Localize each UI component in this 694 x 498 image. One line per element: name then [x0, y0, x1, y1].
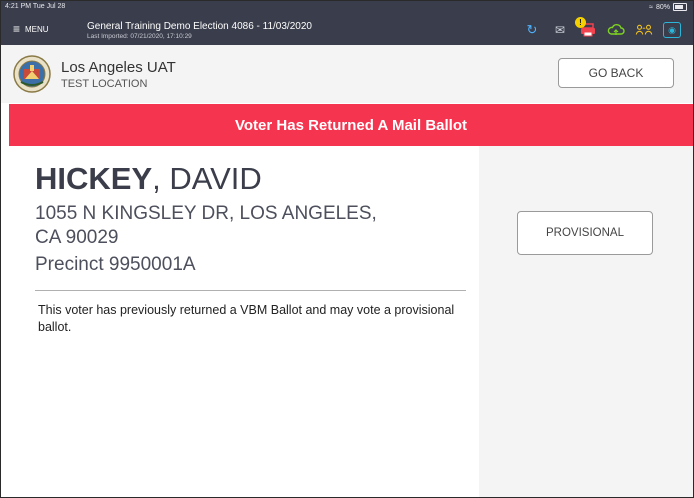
battery-icon [673, 3, 687, 11]
wifi-icon: ≈ [649, 3, 653, 11]
voter-name: HICKEY, DAVID [35, 161, 262, 197]
election-info: General Training Demo Election 4086 - 11… [87, 21, 312, 40]
voter-message: This voter has previously returned a VBM… [38, 303, 455, 334]
voter-address: 1055 N KINGSLEY DR, LOS ANGELES, CA 9002… [35, 202, 455, 250]
mail-ballot-banner: Voter Has Returned A Mail Ballot [9, 104, 693, 146]
history-icon[interactable]: ↻ [523, 21, 541, 39]
divider [35, 290, 466, 291]
actions-panel [479, 146, 693, 497]
menu-label: MENU [25, 24, 49, 34]
users-icon[interactable] [635, 21, 653, 39]
warning-badge: ! [575, 17, 586, 28]
voter-first-name: , DAVID [152, 161, 262, 196]
provisional-button[interactable]: PROVISIONAL [517, 211, 653, 255]
printer-warning-icon[interactable]: ! [575, 17, 597, 39]
last-imported: Last Imported: 07/21/2020, 17:10:29 [87, 33, 192, 40]
county-seal-icon [13, 55, 51, 93]
location-name: Los Angeles UAT [61, 59, 176, 76]
toolbar-icons: ↻ ✉ ! ◉ [523, 17, 681, 39]
menu-button[interactable]: ≡ MENU [13, 22, 49, 36]
app-window: 4:21 PM Tue Jul 28 ≈ 80% ≡ MENU General … [0, 0, 694, 498]
address-line2: CA 90029 [35, 227, 119, 248]
battery-label: 80% [655, 3, 670, 11]
status-time: 4:21 PM Tue Jul 28 [5, 3, 66, 10]
cloud-icon [607, 24, 625, 35]
status-battery: ≈ 80% [649, 3, 687, 11]
location-header: Los Angeles UAT TEST LOCATION GO BACK [1, 45, 693, 103]
go-back-button[interactable]: GO BACK [558, 58, 674, 88]
top-bar: 4:21 PM Tue Jul 28 ≈ 80% ≡ MENU General … [1, 1, 693, 45]
mail-icon[interactable]: ✉ [551, 21, 569, 39]
hamburger-icon: ≡ [13, 22, 21, 36]
voter-last-name: HICKEY [35, 161, 153, 196]
voter-precinct: Precinct 9950001A [35, 254, 196, 275]
election-title: General Training Demo Election 4086 - 11… [87, 21, 312, 32]
address-line1: 1055 N KINGSLEY DR, LOS ANGELES, [35, 203, 377, 224]
cloud-sync-icon[interactable] [607, 21, 625, 39]
location-subtitle: TEST LOCATION [61, 78, 148, 90]
support-icon[interactable]: ◉ [663, 22, 681, 38]
users-glyph [635, 24, 653, 35]
